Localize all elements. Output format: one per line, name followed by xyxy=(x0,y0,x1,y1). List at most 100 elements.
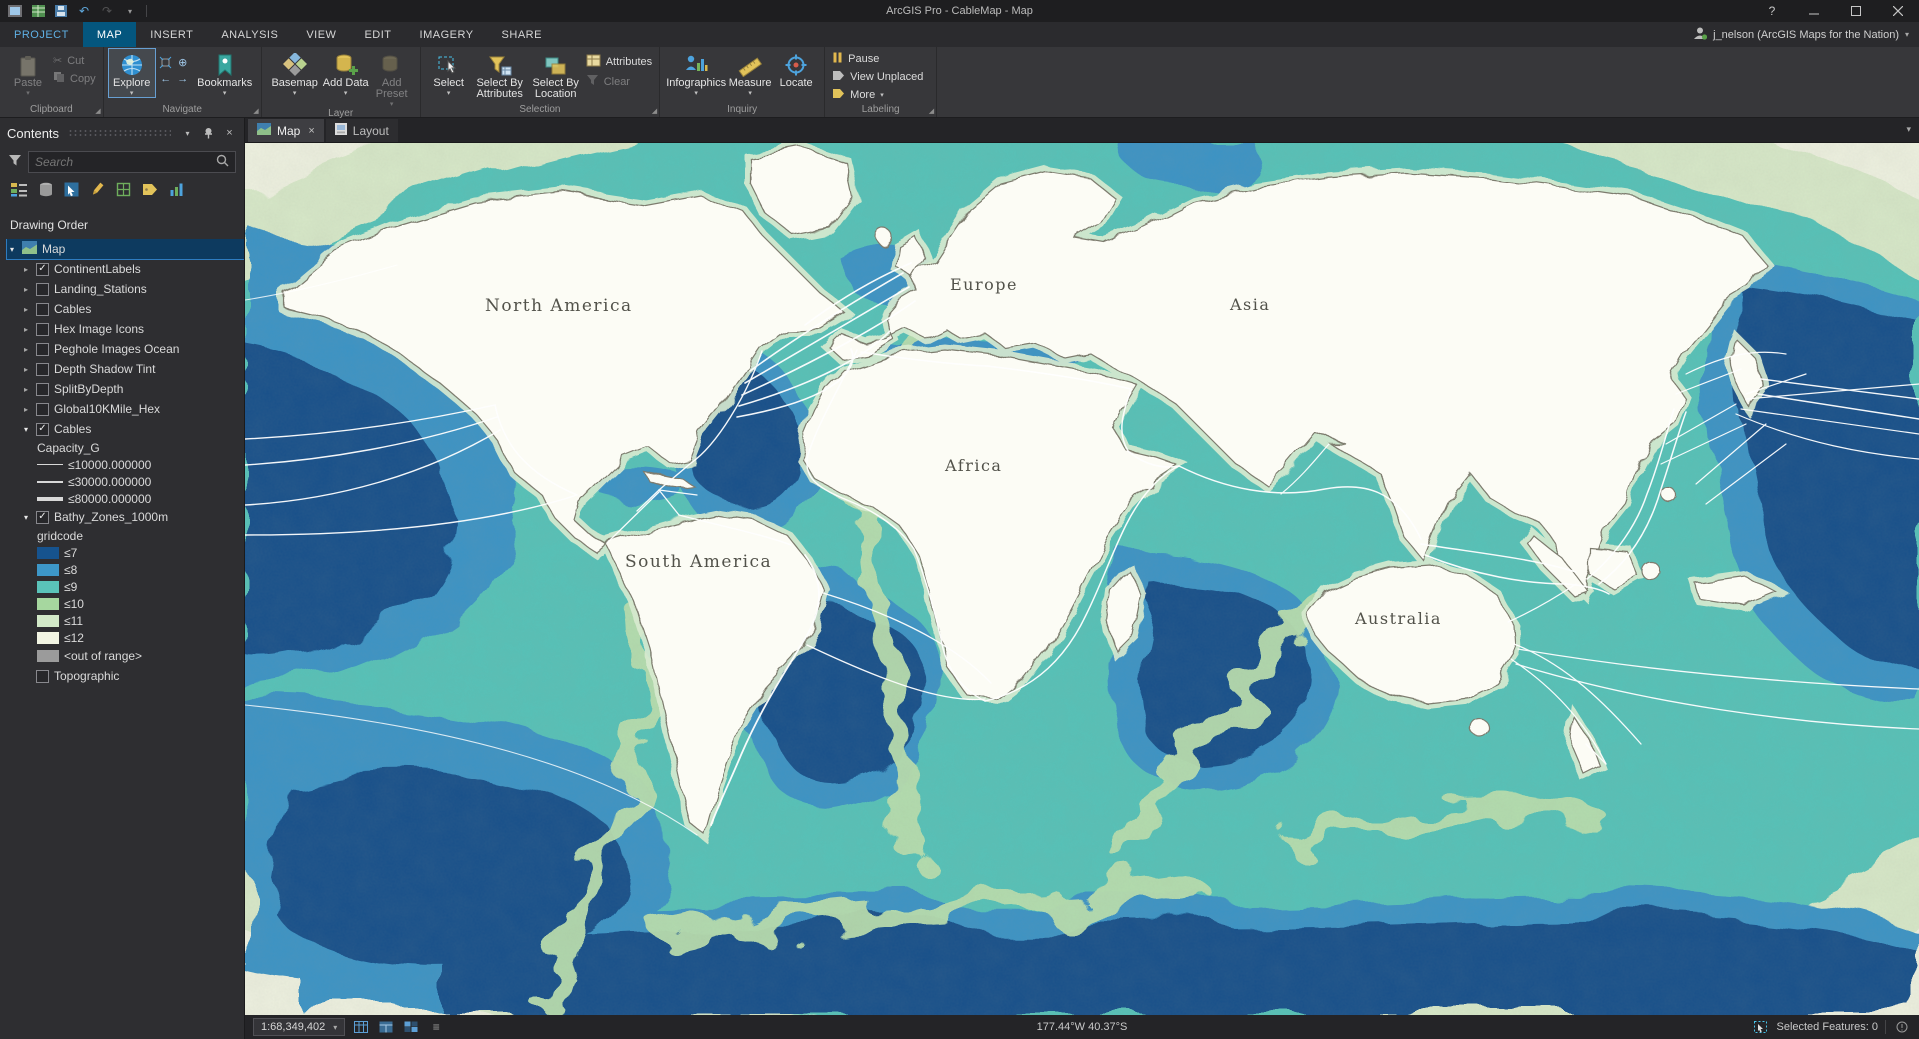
expand-icon[interactable]: ▸ xyxy=(21,265,31,274)
notifications-icon[interactable] xyxy=(1893,1018,1911,1036)
selected-features-label[interactable]: Selected Features: 0 xyxy=(1776,1021,1878,1033)
layer-label[interactable]: Topographic xyxy=(54,669,119,683)
list-by-selection-icon[interactable] xyxy=(64,182,79,200)
add-preset-button[interactable]: Add Preset ▾ xyxy=(369,49,415,108)
select-button[interactable]: Select ▾ xyxy=(426,49,472,97)
map-canvas[interactable]: North America Europe Asia Africa South A… xyxy=(245,143,1919,1015)
tab-share[interactable]: SHARE xyxy=(488,22,556,47)
search-icon[interactable] xyxy=(216,154,229,170)
tree-item-topographic[interactable]: ▸ Topographic xyxy=(7,666,244,686)
layer-label[interactable]: Bathy_Zones_1000m xyxy=(54,510,168,524)
list-toggle-icon[interactable]: ≡ xyxy=(427,1018,445,1036)
cursor-coordinates[interactable]: 177.44°W 40.37°S xyxy=(1037,1021,1128,1033)
tree-item-peghole-images-ocean[interactable]: ▸ Peghole Images Ocean xyxy=(7,339,244,359)
dialog-launcher-icon[interactable]: ◢ xyxy=(652,107,657,115)
layer-label[interactable]: Cables xyxy=(54,422,91,436)
explore-button[interactable]: Explore ▾ xyxy=(107,48,156,98)
view-list-caret-icon[interactable]: ▾ xyxy=(1906,124,1911,135)
view-tab-map[interactable]: Map × xyxy=(248,119,324,142)
tree-item-cables-off[interactable]: ▸ Cables xyxy=(7,299,244,319)
filter-icon[interactable] xyxy=(8,154,22,170)
layer-label[interactable]: ContinentLabels xyxy=(54,262,141,276)
select-by-location-button[interactable]: Select By Location xyxy=(528,49,584,100)
minimize-button[interactable] xyxy=(1793,0,1835,22)
scale-selector[interactable]: 1:68,349,402 ▾ xyxy=(253,1018,346,1036)
basemap-button[interactable]: Basemap ▾ xyxy=(267,49,323,97)
search-input[interactable] xyxy=(35,155,212,169)
undo-icon[interactable]: ↶ xyxy=(74,2,94,20)
help-button[interactable]: ? xyxy=(1751,0,1793,22)
pane-menu-icon[interactable]: ▾ xyxy=(180,129,195,138)
dialog-launcher-icon[interactable]: ◢ xyxy=(95,107,100,115)
layer-label[interactable]: Global10KMile_Hex xyxy=(54,402,160,416)
list-by-charts-icon[interactable] xyxy=(169,182,184,200)
layer-checkbox[interactable] xyxy=(36,382,49,396)
close-button[interactable] xyxy=(1877,0,1919,22)
tab-analysis[interactable]: ANALYSIS xyxy=(207,22,292,47)
layer-checkbox[interactable] xyxy=(36,302,49,316)
layer-checkbox[interactable]: ✓ xyxy=(36,422,49,436)
add-data-button[interactable]: Add Data ▾ xyxy=(323,49,369,97)
layer-checkbox[interactable] xyxy=(36,669,49,683)
tree-item-depth-shadow-tint[interactable]: ▸ Depth Shadow Tint xyxy=(7,359,244,379)
infographics-button[interactable]: Infographics ▾ xyxy=(665,49,727,97)
cut-button[interactable]: ✂ Cut xyxy=(53,54,96,68)
layer-label[interactable]: Map xyxy=(42,242,65,256)
pane-drag-handle[interactable] xyxy=(68,128,171,138)
bookmarks-button[interactable]: Bookmarks ▾ xyxy=(194,49,256,97)
close-tab-icon[interactable]: × xyxy=(308,125,314,137)
expand-icon[interactable]: ▸ xyxy=(21,285,31,294)
redo-icon[interactable]: ↷ xyxy=(97,2,117,20)
layer-label[interactable]: Depth Shadow Tint xyxy=(54,362,155,376)
copy-button[interactable]: Copy xyxy=(53,71,96,86)
layer-label[interactable]: Peghole Images Ocean xyxy=(54,342,179,356)
collapse-icon[interactable]: ▾ xyxy=(7,245,17,254)
tree-item-global10kmile-hex[interactable]: ▸ Global10KMile_Hex xyxy=(7,399,244,419)
layer-checkbox[interactable] xyxy=(36,362,49,376)
collapse-icon[interactable]: ▾ xyxy=(21,513,31,522)
expand-icon[interactable]: ▸ xyxy=(21,405,31,414)
close-pane-icon[interactable]: × xyxy=(222,127,237,139)
locate-button[interactable]: Locate xyxy=(773,49,819,89)
list-by-drawing-order-icon[interactable] xyxy=(10,182,28,200)
expand-icon[interactable]: ▸ xyxy=(21,305,31,314)
layer-label[interactable]: Cables xyxy=(54,302,91,316)
tree-item-landing-stations[interactable]: ▸ Landing_Stations xyxy=(7,279,244,299)
tab-map[interactable]: MAP xyxy=(82,22,137,47)
layer-checkbox[interactable] xyxy=(36,402,49,416)
expand-icon[interactable]: ▸ xyxy=(21,385,31,394)
tree-item-hex-image-icons[interactable]: ▸ Hex Image Icons xyxy=(7,319,244,339)
layer-checkbox[interactable] xyxy=(36,322,49,336)
list-by-labeling-icon[interactable] xyxy=(142,183,158,199)
pause-labeling-button[interactable]: Pause xyxy=(832,52,923,66)
next-extent-icon[interactable]: → xyxy=(175,71,191,87)
full-extent-icon[interactable] xyxy=(158,54,174,70)
expand-icon[interactable]: ▸ xyxy=(21,345,31,354)
raster-toggle-icon[interactable] xyxy=(402,1018,420,1036)
view-unplaced-button[interactable]: View Unplaced xyxy=(832,70,923,84)
tree-item-bathy-zones[interactable]: ▾ ✓ Bathy_Zones_1000m xyxy=(7,507,244,527)
tab-insert[interactable]: INSERT xyxy=(136,22,207,47)
tree-item-continentlabels[interactable]: ▸ ✓ ContinentLabels xyxy=(7,259,244,279)
maximize-button[interactable] xyxy=(1835,0,1877,22)
layer-label[interactable]: Hex Image Icons xyxy=(54,322,144,336)
attributes-button[interactable]: Attributes xyxy=(586,54,652,70)
layer-checkbox[interactable]: ✓ xyxy=(36,510,49,524)
list-by-snapping-icon[interactable] xyxy=(116,182,131,200)
view-tab-layout[interactable]: Layout xyxy=(325,119,398,142)
clear-button[interactable]: Clear xyxy=(586,74,652,89)
account-menu[interactable]: j_nelson (ArcGIS Maps for the Nation) ▾ xyxy=(1693,22,1909,47)
tree-item-map[interactable]: ▾ Map xyxy=(6,239,244,260)
expand-icon[interactable]: ▸ xyxy=(21,325,31,334)
toolbar-customize-icon[interactable]: ▾ xyxy=(120,2,140,20)
tree-item-splitbydepth[interactable]: ▸ SplitByDepth xyxy=(7,379,244,399)
layer-checkbox[interactable] xyxy=(36,282,49,296)
grid-toggle-icon[interactable] xyxy=(352,1018,370,1036)
list-by-editing-icon[interactable] xyxy=(90,182,105,200)
expand-icon[interactable]: ▸ xyxy=(21,365,31,374)
fixed-zoom-in-icon[interactable]: ⊕ xyxy=(175,54,191,70)
tree-item-cables[interactable]: ▾ ✓ Cables xyxy=(7,419,244,439)
layer-checkbox[interactable] xyxy=(36,342,49,356)
tab-project[interactable]: PROJECT xyxy=(0,22,83,47)
tab-view[interactable]: VIEW xyxy=(292,22,350,47)
